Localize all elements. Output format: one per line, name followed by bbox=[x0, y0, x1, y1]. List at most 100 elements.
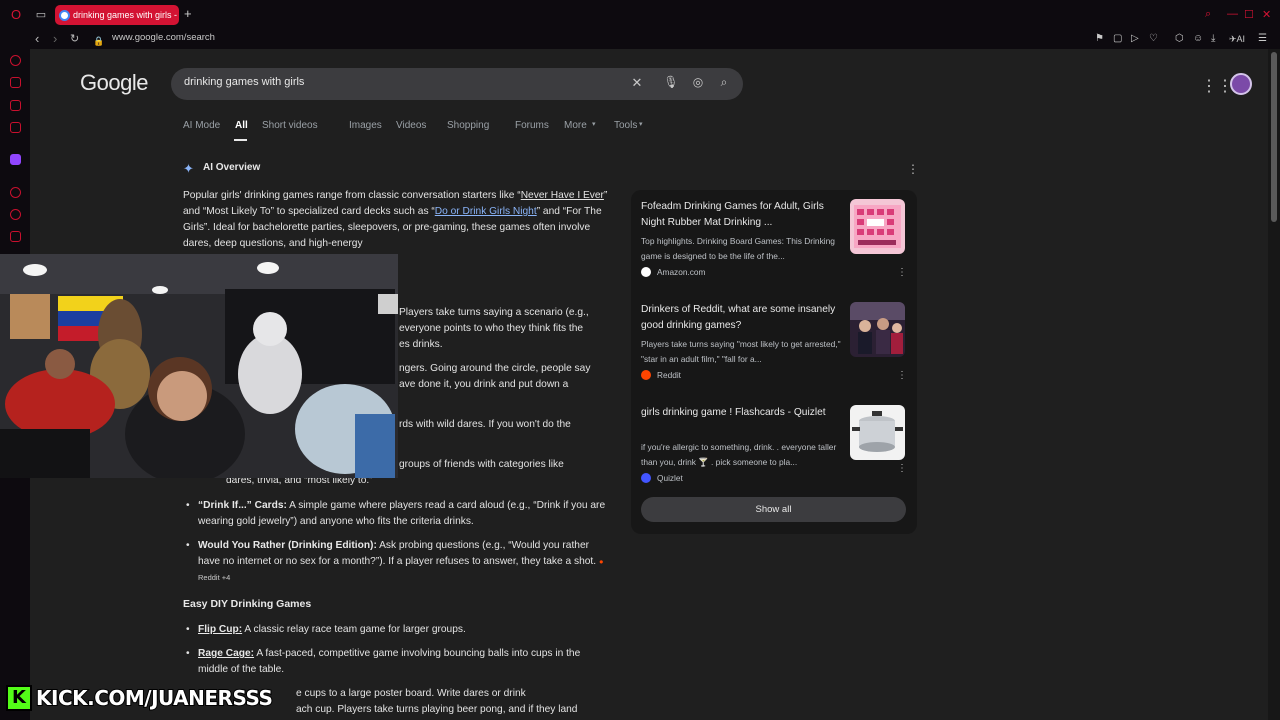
voice-search-icon[interactable]: 🎙 bbox=[663, 75, 679, 89]
tab-images[interactable]: Images bbox=[349, 120, 382, 131]
source-site: Quizlet bbox=[641, 473, 683, 483]
partial-line: rds with wild dares. If you won't do the bbox=[399, 419, 571, 430]
never-have-i-ever-link[interactable]: Never Have I Ever bbox=[521, 190, 604, 201]
ai-overview-bullets: “Drink If...” Cards: A simple game where… bbox=[183, 498, 613, 594]
lens-search-icon[interactable]: ◎ bbox=[690, 75, 706, 89]
source-title[interactable]: girls drinking game ! Flashcards - Quizl… bbox=[641, 405, 841, 421]
menu-icon[interactable]: ☰ bbox=[1258, 32, 1267, 46]
section-heading: Easy DIY Drinking Games bbox=[183, 598, 312, 610]
sidebar-history-icon[interactable] bbox=[10, 209, 21, 220]
partial-line: e cups to a large poster board. Write da… bbox=[296, 688, 526, 699]
sidebar-pinboard-icon[interactable] bbox=[10, 231, 21, 242]
tab-ai-mode[interactable]: AI Mode bbox=[183, 120, 220, 131]
list-item: Flip Cup: A classic relay race team game… bbox=[183, 622, 613, 638]
webcam-feed-image bbox=[0, 254, 398, 478]
bullet-title: “Drink If...” Cards: bbox=[198, 500, 287, 511]
tab-short-videos[interactable]: Short videos bbox=[262, 120, 318, 131]
do-or-drink-link[interactable]: Do or Drink Girls Night bbox=[435, 206, 537, 217]
intro-text-1: Popular girls' drinking games range from… bbox=[183, 190, 521, 201]
bullet-text: A classic relay race team game for large… bbox=[242, 624, 466, 635]
tab-more[interactable]: More bbox=[564, 120, 587, 131]
list-item: Rage Cage: A fast-paced, competitive gam… bbox=[183, 646, 613, 678]
ai-sparkle-icon: ✦ bbox=[183, 161, 194, 176]
source-title[interactable]: Drinkers of Reddit, what are some insane… bbox=[641, 302, 841, 334]
source-snippet: Top highlights. Drinking Board Games: Th… bbox=[641, 236, 835, 261]
source-more-icon[interactable]: ⋮ bbox=[897, 370, 907, 381]
tab-tools[interactable]: Tools bbox=[614, 120, 637, 131]
tab-videos[interactable]: Videos bbox=[396, 120, 426, 131]
extensions-icon[interactable]: ⬡ bbox=[1175, 32, 1184, 46]
ai-overview-intro: Popular girls' drinking games range from… bbox=[183, 188, 608, 252]
search-input[interactable]: drinking games with girls bbox=[184, 76, 304, 88]
watermark-text: KICK.COM/JUANERSSS bbox=[35, 685, 274, 711]
source-site: Reddit bbox=[641, 370, 681, 380]
workspaces-icon[interactable]: ▭ bbox=[34, 8, 48, 22]
source-chip-label: Reddit +4 bbox=[198, 573, 231, 582]
source-site-label: Reddit bbox=[657, 370, 681, 380]
lock-icon: 🔒 bbox=[93, 36, 105, 46]
avatar[interactable] bbox=[1230, 73, 1252, 95]
url-field[interactable]: www.google.com/search bbox=[112, 32, 215, 43]
forward-icon[interactable]: › bbox=[53, 31, 57, 47]
opera-logo-icon[interactable]: O bbox=[9, 8, 23, 22]
ai-sources-panel: Fofeadm Drinking Games for Adult, Girls … bbox=[631, 190, 917, 534]
sidebar-messenger-icon[interactable] bbox=[10, 100, 21, 111]
download-icon[interactable]: ⤓ bbox=[1211, 32, 1215, 46]
partial-line: ngers. Going around the circle, people s… bbox=[399, 363, 591, 374]
source-title[interactable]: Fofeadm Drinking Games for Adult, Girls … bbox=[641, 199, 841, 231]
play-icon[interactable]: ▷ bbox=[1131, 32, 1139, 46]
tab-shopping[interactable]: Shopping bbox=[447, 120, 489, 131]
snapshot-icon[interactable]: ▢ bbox=[1113, 32, 1122, 46]
active-tab-underline bbox=[234, 139, 247, 141]
search-box[interactable]: drinking games with girls ✕ 🎙 ◎ ⌕ bbox=[171, 68, 743, 100]
partial-line: ave done it, you drink and put down a bbox=[399, 379, 569, 390]
partial-line: Players take turns saying a scenario (e.… bbox=[399, 307, 589, 318]
back-icon[interactable]: ‹ bbox=[35, 31, 39, 47]
quizlet-icon bbox=[641, 473, 651, 483]
search-tabs-icon[interactable]: ⌕ bbox=[1205, 8, 1211, 21]
list-item: Would You Rather (Drinking Edition): Ask… bbox=[183, 538, 613, 586]
partial-line: everyone points to who they think fits t… bbox=[399, 323, 584, 334]
source-thumbnail[interactable] bbox=[850, 302, 905, 357]
source-site: Amazon.com bbox=[641, 267, 705, 277]
bullet-text: A fast-paced, competitive game involving… bbox=[198, 648, 581, 675]
google-logo[interactable]: Google bbox=[80, 70, 148, 96]
source-more-icon[interactable]: ⋮ bbox=[897, 267, 907, 278]
active-tab[interactable]: drinking games with girls - bbox=[55, 5, 179, 25]
kick-watermark: K KICK.COM/JUANERSSS bbox=[6, 684, 274, 712]
pot-thumbnail-image bbox=[850, 405, 905, 460]
aria-ai-icon[interactable]: ✈AI bbox=[1229, 32, 1245, 46]
sidebar-twitch-icon[interactable] bbox=[10, 154, 21, 165]
sidebar-wallet-icon[interactable] bbox=[10, 77, 21, 88]
search-icon[interactable]: ⌕ bbox=[716, 75, 732, 90]
sidebar-aria-icon[interactable] bbox=[10, 55, 21, 66]
source-snippet: if you're allergic to something, drink. … bbox=[641, 442, 837, 467]
minimize-icon[interactable]: — bbox=[1227, 8, 1238, 20]
reload-icon[interactable]: ↻ bbox=[70, 31, 79, 47]
reddit-icon: ● bbox=[598, 557, 604, 566]
tab-all[interactable]: All bbox=[235, 120, 248, 131]
maximize-icon[interactable]: ☐ bbox=[1244, 8, 1254, 21]
bullet-title[interactable]: Rage Cage: bbox=[198, 648, 254, 659]
scrollbar-thumb[interactable] bbox=[1271, 52, 1277, 222]
clear-search-icon[interactable]: ✕ bbox=[629, 75, 645, 91]
tab-forums[interactable]: Forums bbox=[515, 120, 549, 131]
kick-logo-icon: K bbox=[6, 685, 32, 711]
new-tab-button[interactable]: + bbox=[184, 7, 192, 21]
partial-line: ach cup. Players take turns playing beer… bbox=[296, 704, 578, 715]
partial-line: groups of friends with categories like bbox=[399, 459, 564, 470]
heart-icon[interactable]: ♡ bbox=[1149, 32, 1158, 46]
show-all-button[interactable]: Show all bbox=[641, 497, 906, 522]
sidebar-player-icon[interactable] bbox=[10, 187, 21, 198]
bookmark-icon[interactable]: ⚑ bbox=[1095, 32, 1104, 46]
source-thumbnail[interactable] bbox=[850, 405, 905, 460]
source-more-icon[interactable]: ⋮ bbox=[897, 463, 907, 474]
ai-overview-more-icon[interactable]: ⋮ bbox=[907, 162, 919, 176]
account-icon[interactable]: ☺ bbox=[1193, 32, 1203, 46]
close-window-icon[interactable]: ✕ bbox=[1262, 8, 1271, 21]
address-bar: ‹ › ↻ 🔒 www.google.com/search ⚑ ▢ ▷ ♡ ⬡ … bbox=[0, 29, 1280, 49]
source-thumbnail[interactable] bbox=[850, 199, 905, 254]
sidebar-instagram-icon[interactable] bbox=[10, 122, 21, 133]
bullet-title[interactable]: Flip Cup: bbox=[198, 624, 242, 635]
bullet-title: Would You Rather (Drinking Edition): bbox=[198, 540, 377, 551]
